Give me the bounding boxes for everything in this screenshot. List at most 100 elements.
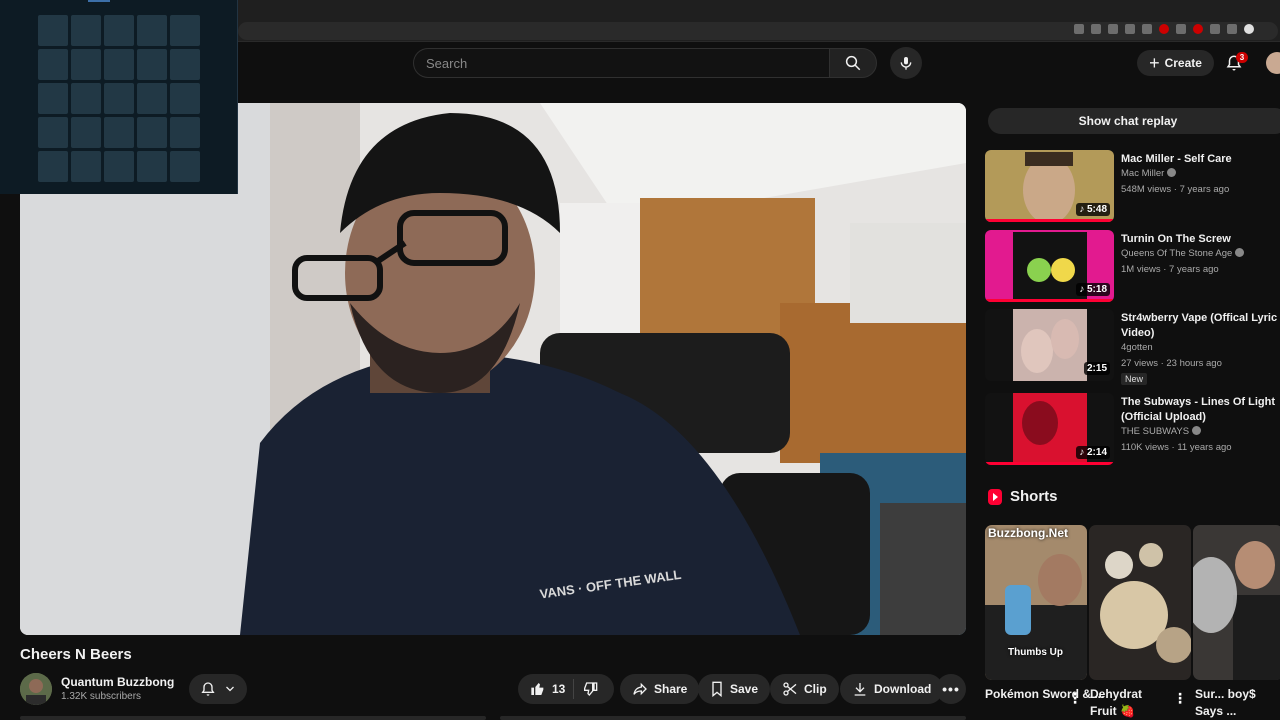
short-card[interactable]: Buzzbong.Net Thumbs Up — [985, 525, 1087, 680]
video-thumbnail[interactable]: ♪ 5:48 — [985, 150, 1114, 222]
grid-tile[interactable] — [170, 117, 200, 148]
subscription-notifications-button[interactable] — [189, 674, 247, 704]
scissors-icon — [783, 682, 797, 696]
description-box-edge — [20, 716, 486, 720]
grid-tile[interactable] — [71, 151, 101, 182]
share-icon — [633, 682, 647, 696]
verified-icon — [1167, 168, 1177, 177]
tile-grid — [38, 15, 200, 182]
search-button[interactable] — [829, 48, 877, 78]
short-more-icon[interactable]: ⋮ — [1068, 690, 1082, 707]
notification-badge: 3 — [1236, 52, 1248, 63]
recommendation-item[interactable]: 2:15 Str4wberry Vape (Offical Lyric Vide… — [985, 309, 1280, 385]
short-title[interactable]: Pokémon Sword & ... — [985, 686, 1104, 703]
recommendation-channel[interactable]: Mac Miller — [1121, 168, 1177, 179]
download-icon — [854, 683, 866, 696]
extension-icon[interactable] — [1091, 24, 1101, 34]
channel-avatar[interactable] — [20, 673, 52, 705]
account-avatar[interactable] — [1266, 52, 1280, 74]
search-input[interactable]: Search — [413, 48, 829, 78]
grid-tile[interactable] — [170, 15, 200, 46]
video-thumbnail[interactable]: 2:15 — [985, 309, 1114, 381]
bookmark-star-icon[interactable] — [1108, 24, 1118, 34]
share-button[interactable]: Share — [620, 674, 700, 704]
share-label: Share — [654, 682, 688, 696]
short-title[interactable]: Sur... boy$ Says ... — [1195, 686, 1265, 720]
like-button[interactable]: 13 — [518, 679, 575, 699]
recommendation-channel[interactable]: THE SUBWAYS — [1121, 426, 1202, 437]
create-label: Create — [1164, 56, 1202, 70]
video-thumbnail[interactable]: ♪ 2:14 — [985, 393, 1114, 465]
verified-icon — [1235, 248, 1245, 257]
watch-progress-bar — [985, 299, 1114, 302]
grid-tile[interactable] — [137, 83, 167, 114]
voice-search-button[interactable] — [890, 47, 922, 79]
short-card[interactable] — [1089, 525, 1191, 680]
grid-tile[interactable] — [104, 83, 134, 114]
recommendation-title[interactable]: Mac Miller - Self Care — [1121, 152, 1280, 167]
clip-button[interactable]: Clip — [770, 674, 839, 704]
grid-tile[interactable] — [71, 49, 101, 80]
watch-progress-bar — [985, 462, 1114, 465]
extension-icon[interactable] — [1193, 24, 1203, 34]
grid-tile[interactable] — [137, 15, 167, 46]
like-dislike-group: 13 — [518, 674, 614, 704]
download-button[interactable]: Download — [840, 674, 944, 704]
recommendation-stats: 27 views · 23 hours ago — [1121, 358, 1222, 369]
grid-tile[interactable] — [71, 117, 101, 148]
grid-tile[interactable] — [71, 15, 101, 46]
grid-tile[interactable] — [38, 49, 68, 80]
grid-tile[interactable] — [38, 117, 68, 148]
recommendation-title[interactable]: Str4wberry Vape (Offical Lyric Video) — [1121, 311, 1280, 341]
short-card[interactable] — [1193, 525, 1280, 680]
profile-icon[interactable] — [1244, 24, 1254, 34]
extension-icon[interactable] — [1125, 24, 1135, 34]
new-badge: New — [1121, 373, 1148, 385]
channel-name[interactable]: Quantum Buzzbong — [61, 675, 174, 689]
extension-icon[interactable] — [1142, 24, 1152, 34]
short-title[interactable]: Dehydrat Fruit 🍓 — [1090, 686, 1142, 720]
recommendation-item[interactable]: ♪ 5:18 Turnin On The Screw Queens Of The… — [985, 230, 1280, 304]
recommendation-item[interactable]: ♪ 2:14 The Subways - Lines Of Light (Off… — [985, 393, 1280, 467]
grid-tile[interactable] — [104, 15, 134, 46]
create-button[interactable]: + Create — [1137, 50, 1214, 76]
grid-tile[interactable] — [38, 83, 68, 114]
recommendation-channel[interactable]: 4gotten — [1121, 342, 1153, 353]
extension-icon[interactable] — [1227, 24, 1237, 34]
grid-tile[interactable] — [137, 151, 167, 182]
recommendation-title[interactable]: The Subways - Lines Of Light (Official U… — [1121, 395, 1280, 425]
recommendation-channel[interactable]: Queens Of The Stone Age — [1121, 248, 1245, 259]
grid-tile[interactable] — [104, 117, 134, 148]
extension-icon[interactable] — [1159, 24, 1169, 34]
shorts-heading: Shorts — [1010, 488, 1058, 505]
more-horizontal-icon: ••• — [942, 681, 960, 697]
recommendation-item[interactable]: ♪ 5:48 Mac Miller - Self Care Mac Miller… — [985, 150, 1280, 224]
grid-tile[interactable] — [38, 151, 68, 182]
show-chat-replay-button[interactable]: Show chat replay — [988, 108, 1280, 134]
grid-tile[interactable] — [71, 83, 101, 114]
short-thumbnail — [1089, 525, 1191, 680]
video-thumbnail[interactable]: ♪ 5:18 — [985, 230, 1114, 302]
video-title: Cheers N Beers — [20, 646, 132, 663]
grid-tile[interactable] — [38, 15, 68, 46]
grid-tile[interactable] — [170, 83, 200, 114]
grid-tile[interactable] — [104, 49, 134, 80]
dislike-button[interactable] — [574, 681, 606, 697]
extension-icon[interactable] — [1074, 24, 1084, 34]
recommendation-title[interactable]: Turnin On The Screw — [1121, 232, 1280, 247]
short-overlay-text: Buzzbong.Net — [988, 526, 1068, 540]
extension-icon[interactable] — [1176, 24, 1186, 34]
bell-icon — [201, 682, 215, 696]
grid-tile[interactable] — [170, 49, 200, 80]
short-more-icon[interactable]: ⋮ — [1173, 690, 1187, 707]
recommendation-stats: 1M views · 7 years ago — [1121, 264, 1219, 275]
video-duration: ♪ 2:14 — [1076, 446, 1110, 459]
grid-tile[interactable] — [137, 117, 167, 148]
save-button[interactable]: Save — [698, 674, 771, 704]
more-actions-button[interactable]: ••• — [936, 674, 966, 704]
extension-icon[interactable] — [1210, 24, 1220, 34]
grid-tile[interactable] — [104, 151, 134, 182]
grid-tile[interactable] — [137, 49, 167, 80]
thumbs-down-icon — [584, 682, 598, 696]
grid-tile[interactable] — [170, 151, 200, 182]
